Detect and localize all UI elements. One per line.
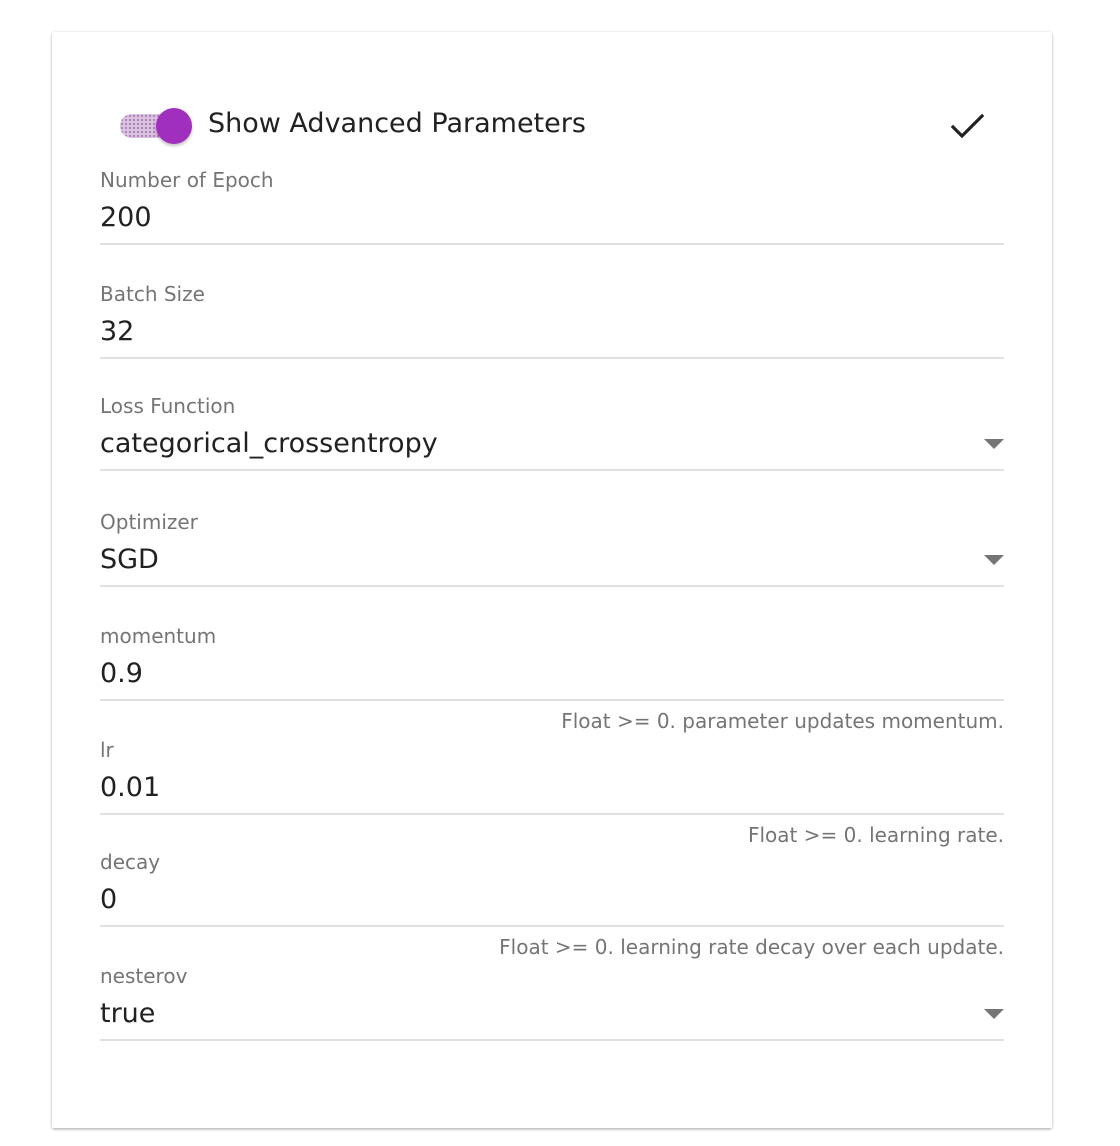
loss-function-underline [100, 469, 1004, 471]
show-advanced-parameters-label: Show Advanced Parameters [208, 108, 586, 139]
lr-input[interactable]: 0.01 [100, 772, 160, 804]
decay-helper-text: Float >= 0. learning rate decay over eac… [499, 935, 1004, 959]
optimizer-field: Optimizer SGD [100, 510, 1004, 598]
lr-label: lr [100, 738, 114, 762]
batch-size-field: Batch Size 32 [100, 282, 1004, 370]
dropdown-arrow-icon[interactable] [984, 555, 1004, 565]
batch-size-underline [100, 357, 1004, 359]
batch-size-input[interactable]: 32 [100, 316, 134, 348]
advanced-parameters-card: Show Advanced Parameters Number of Epoch… [52, 32, 1052, 1128]
lr-underline [100, 813, 1004, 815]
loss-function-field: Loss Function categorical_crossentropy [100, 394, 1004, 482]
optimizer-select[interactable]: SGD [100, 544, 159, 576]
nesterov-field: nesterov true [100, 964, 1004, 1052]
momentum-helper-text: Float >= 0. parameter updates momentum. [561, 709, 1004, 733]
loss-function-label: Loss Function [100, 394, 236, 418]
loss-function-select[interactable]: categorical_crossentropy [100, 428, 438, 460]
batch-size-label: Batch Size [100, 282, 205, 306]
nesterov-underline [100, 1039, 1004, 1041]
toggle-thumb [156, 108, 192, 144]
optimizer-label: Optimizer [100, 510, 198, 534]
dropdown-arrow-icon[interactable] [984, 439, 1004, 449]
number-of-epoch-field: Number of Epoch 200 [100, 168, 1004, 256]
decay-field: decay 0 Float >= 0. learning rate decay … [100, 850, 1004, 959]
nesterov-select[interactable]: true [100, 998, 155, 1030]
dropdown-arrow-icon[interactable] [984, 1009, 1004, 1019]
number-of-epoch-input[interactable]: 200 [100, 202, 152, 234]
check-icon[interactable] [946, 104, 990, 148]
decay-input[interactable]: 0 [100, 884, 117, 916]
optimizer-underline [100, 585, 1004, 587]
lr-field: lr 0.01 Float >= 0. learning rate. [100, 738, 1004, 847]
momentum-underline [100, 699, 1004, 701]
number-of-epoch-label: Number of Epoch [100, 168, 274, 192]
check-icon-glyph [950, 113, 985, 139]
decay-underline [100, 925, 1004, 927]
lr-helper-text: Float >= 0. learning rate. [748, 823, 1004, 847]
number-of-epoch-underline [100, 243, 1004, 245]
show-advanced-parameters-toggle[interactable] [120, 106, 192, 146]
momentum-label: momentum [100, 624, 217, 648]
momentum-input[interactable]: 0.9 [100, 658, 143, 690]
nesterov-label: nesterov [100, 964, 188, 988]
advanced-parameters-header: Show Advanced Parameters [120, 102, 990, 148]
decay-label: decay [100, 850, 161, 874]
momentum-field: momentum 0.9 Float >= 0. parameter updat… [100, 624, 1004, 733]
